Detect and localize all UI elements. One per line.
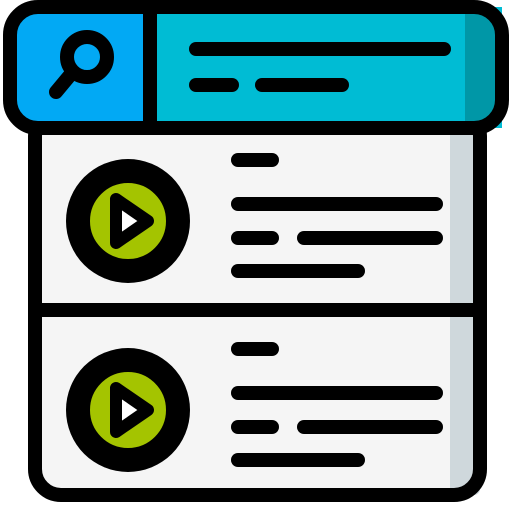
search-header — [3, 0, 509, 135]
play-icon[interactable] — [66, 348, 190, 472]
video-search-results-icon — [0, 0, 512, 512]
play-icon[interactable] — [66, 159, 190, 283]
